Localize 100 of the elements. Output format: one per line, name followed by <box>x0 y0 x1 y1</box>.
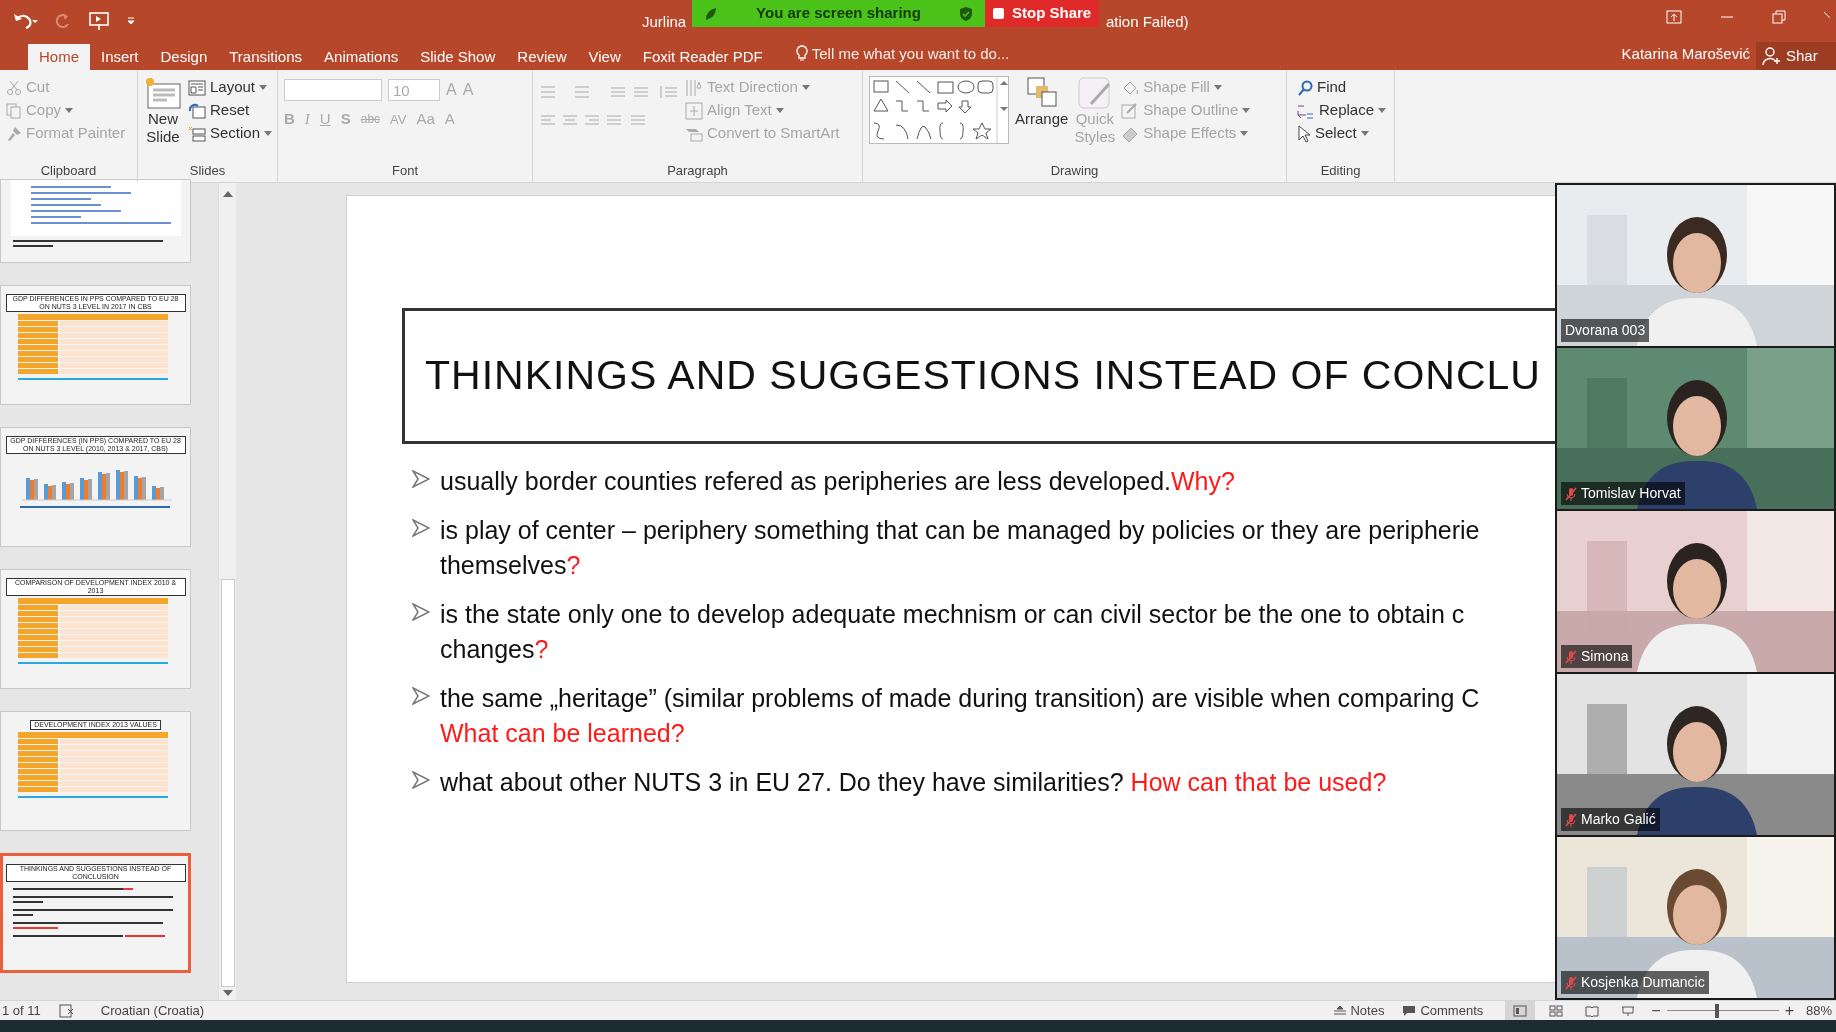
normal-view-icon <box>1513 1004 1528 1017</box>
group-label: Font <box>391 161 419 180</box>
zoom-slider[interactable] <box>1666 1003 1779 1018</box>
participant-label: Simona <box>1561 645 1633 668</box>
ribbon-command[interactable]: Replace <box>1297 99 1387 122</box>
ribbon-tab[interactable]: Design <box>149 44 219 70</box>
window-title: Jurlina <box>642 12 687 32</box>
video-tile[interactable]: Marko Galić <box>1557 674 1834 835</box>
group-label: Slides <box>188 161 227 180</box>
ribbon-command[interactable]: Layout <box>188 76 273 99</box>
user-name[interactable]: Katarina Marošević <box>1621 42 1750 65</box>
comment-icon <box>1402 1004 1417 1017</box>
bullet-text: is play of center – periphery something that can be managed by policies or they are peripherie themselves? <box>440 515 1480 581</box>
pencil-icon <box>1121 102 1140 119</box>
scissors-icon <box>6 79 22 96</box>
window-title: ation Failed) <box>1106 12 1189 32</box>
video-tile[interactable]: Dvorana 003 <box>1557 185 1834 346</box>
participant-label: Tomislav Horvat <box>1561 482 1685 505</box>
caret-icon <box>1378 108 1387 113</box>
bullet-arrow-icon <box>412 771 430 789</box>
slideshow-icon[interactable] <box>1621 1004 1636 1017</box>
ribbon-tab[interactable]: Transitions <box>218 44 314 70</box>
zoom-in-button[interactable]: + <box>1784 1002 1794 1019</box>
bullet-text: usually border counties refered as peripheries are less developed.Why? <box>440 466 1235 497</box>
arrange-icon <box>1025 76 1058 108</box>
shield-check-icon <box>959 5 973 22</box>
stop-icon <box>993 8 1004 19</box>
bullet-arrow-icon <box>412 603 430 621</box>
participant-label: Kosjenka Dumancic <box>1561 971 1709 994</box>
caret-icon <box>1360 131 1369 136</box>
zoom-out-button[interactable]: − <box>1651 1002 1661 1019</box>
group-label: Paragraph <box>666 161 729 180</box>
ribbon-command[interactable]: Select <box>1297 122 1387 145</box>
section-icon <box>188 125 206 142</box>
reset-icon <box>188 102 206 119</box>
caret-icon <box>1213 85 1222 90</box>
caret-icon <box>1240 131 1249 136</box>
slider-thumb[interactable] <box>1715 1003 1720 1018</box>
notes-icon <box>1334 1005 1347 1016</box>
paintbrush-icon <box>6 125 22 142</box>
lightbulb-icon <box>795 45 808 63</box>
ribbon-tab[interactable]: Foxit Reader PDF <box>631 44 774 70</box>
stop-share-button[interactable]: Stop Share <box>985 0 1100 27</box>
paint-bucket-icon <box>1121 79 1140 96</box>
ribbon-command[interactable]: Reset <box>188 99 273 122</box>
caret-icon <box>1242 108 1251 113</box>
caret-icon <box>801 85 810 90</box>
slide-title: THINKINGS AND SUGGESTIONS INSTEAD OF CONCLU <box>425 351 1541 401</box>
font-name-field[interactable] <box>284 79 382 101</box>
quick-styles-icon <box>1076 76 1113 110</box>
ribbon-tab[interactable]: View <box>577 44 632 70</box>
notes-button[interactable]: Notes <box>1334 1000 1385 1021</box>
ribbon-tab[interactable]: Home <box>28 44 90 70</box>
align-text-icon <box>685 101 703 120</box>
person-add-icon <box>1762 46 1782 66</box>
reading-view-icon[interactable] <box>1585 1004 1600 1017</box>
video-tile[interactable]: Tomislav Horvat <box>1557 348 1834 509</box>
customize-caret-icon[interactable] <box>126 16 136 26</box>
arrange-button[interactable]: Arrange <box>1015 76 1069 161</box>
caret-icon <box>775 108 784 113</box>
normal-view-button[interactable] <box>1505 1001 1536 1020</box>
bullet-text: is the state only one to develop adequate mechnism or can civil sector be the one to obtain c changes? <box>440 599 1465 665</box>
video-tile[interactable]: Simona <box>1557 511 1834 672</box>
undo-icon[interactable] <box>12 12 38 30</box>
ribbon-tab[interactable]: Insert <box>90 44 150 70</box>
participant-label: Marko Galić <box>1561 808 1660 831</box>
group-label: Clipboard <box>39 161 98 180</box>
ribbon-command[interactable]: Find <box>1297 76 1387 99</box>
tell-me-field[interactable]: Tell me what you want to do... <box>795 42 1010 65</box>
zoom-level[interactable]: 88% <box>1805 1000 1832 1021</box>
cursor-icon <box>1297 124 1311 143</box>
new-slide-button[interactable]: New Slide <box>144 76 182 161</box>
bullet-text: what about other NUTS 3 in EU 27. Do they have similarities? How can that be used? <box>440 767 1387 798</box>
participant-label: Dvorana 003 <box>1561 319 1650 342</box>
bullet-text: the same „heritage” (similar problems of made during transition) are visible when comparing C What can be learned? <box>440 683 1480 749</box>
caret-icon <box>264 131 273 136</box>
presentation-icon[interactable] <box>88 11 110 31</box>
ribbon-command[interactable]: Section <box>188 122 273 145</box>
share-button[interactable]: Shar <box>1756 42 1836 70</box>
comments-button[interactable]: Comments <box>1402 1000 1484 1021</box>
scroll-up-icon[interactable] <box>221 189 234 199</box>
new-slide-icon <box>144 76 182 110</box>
layout-icon <box>188 79 206 96</box>
restore-icon[interactable] <box>1772 10 1786 24</box>
spell-check-icon[interactable] <box>58 1003 75 1018</box>
bullet-arrow-icon <box>412 470 430 488</box>
slide-sorter-icon[interactable] <box>1549 1004 1564 1017</box>
ribbon-tab[interactable]: Animations <box>313 44 410 70</box>
ribbon-tab[interactable]: Slide Show <box>409 44 507 70</box>
scrollbar[interactable] <box>218 183 236 1000</box>
bullet-arrow-icon <box>412 687 430 705</box>
language-label[interactable]: Croatian (Croatia) <box>100 1000 205 1021</box>
shapes-gallery-drawing[interactable] <box>870 77 1008 143</box>
sharing-status: You are screen sharing <box>755 3 922 24</box>
ribbon-tab[interactable]: Review <box>506 44 578 70</box>
video-tile[interactable]: Kosjenka Dumancic <box>1557 837 1834 998</box>
caret-icon <box>259 85 268 90</box>
ribbon-display-icon[interactable] <box>1666 10 1682 24</box>
slide-thumbnail[interactable] <box>0 179 191 263</box>
caret-icon <box>65 108 74 113</box>
